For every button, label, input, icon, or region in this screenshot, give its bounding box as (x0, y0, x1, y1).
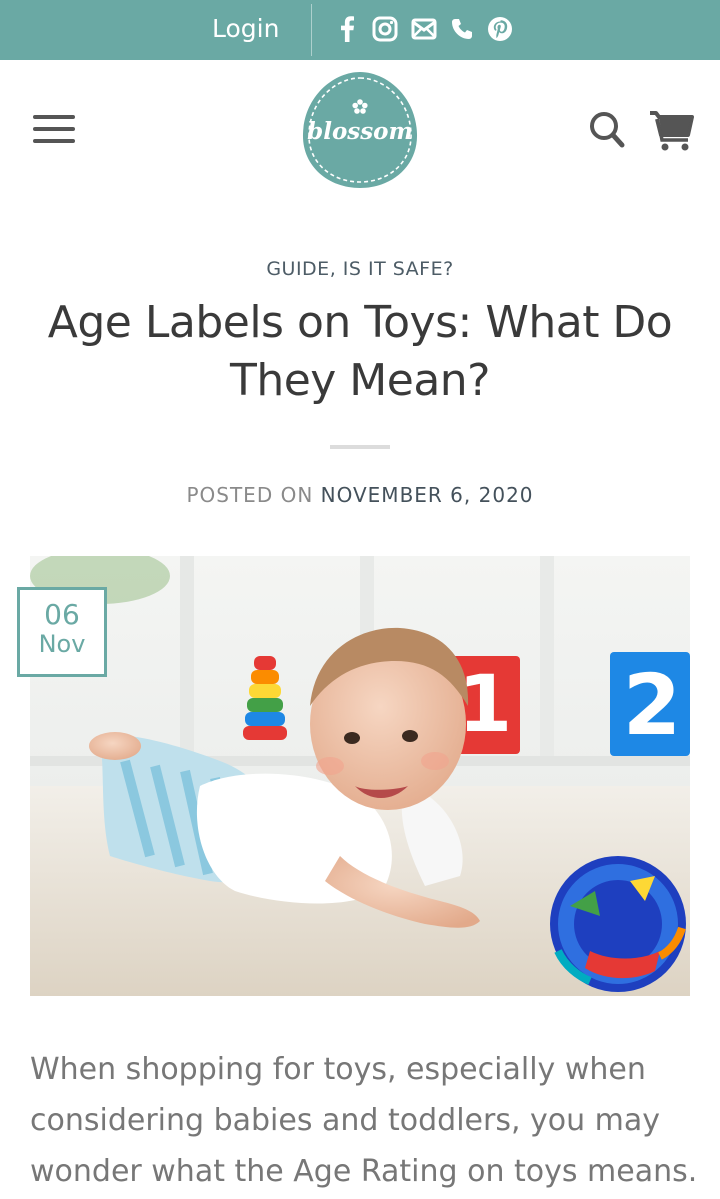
badge-day: 06 (44, 598, 80, 631)
menu-button[interactable] (33, 112, 75, 146)
category-link-guide[interactable]: GUIDE (266, 258, 329, 280)
search-icon (590, 112, 625, 148)
svg-text:1: 1 (458, 660, 512, 750)
top-bar-divider (311, 4, 312, 56)
svg-text:2: 2 (623, 656, 681, 754)
badge-month: Nov (38, 630, 86, 658)
hamburger-icon (33, 115, 75, 119)
envelope-icon[interactable] (409, 14, 439, 44)
phone-icon[interactable] (447, 14, 477, 44)
cart-icon (650, 111, 694, 151)
post-categories: GUIDE, IS IT SAFE? (0, 258, 720, 280)
category-separator: , (329, 258, 343, 280)
login-link[interactable]: Login (212, 14, 279, 43)
search-button[interactable] (588, 110, 626, 150)
hamburger-icon-bar (33, 139, 75, 143)
post-meta: POSTED ON NOVEMBER 6, 2020 (0, 483, 720, 507)
instagram-icon[interactable] (370, 14, 400, 44)
posted-prefix: POSTED ON (186, 483, 321, 507)
date-badge: 06 Nov (17, 587, 107, 677)
post-body-paragraph: When shopping for toys, especially when … (30, 1052, 698, 1189)
top-bar: Login (0, 0, 720, 60)
blossom-logo[interactable]: blossom (300, 70, 420, 190)
featured-image[interactable]: 1 2 (30, 556, 690, 996)
hamburger-icon-bar (33, 127, 75, 131)
page-title: Age Labels on Toys: What Do They Mean? (47, 297, 673, 406)
facebook-icon[interactable] (332, 14, 362, 44)
pinterest-icon[interactable] (485, 14, 515, 44)
title-divider (330, 445, 390, 449)
category-link-is-it-safe[interactable]: IS IT SAFE? (343, 258, 454, 280)
cart-button[interactable] (648, 108, 694, 152)
posted-date-link[interactable]: NOVEMBER 6, 2020 (321, 483, 534, 507)
logo-text: blossom (307, 118, 413, 145)
